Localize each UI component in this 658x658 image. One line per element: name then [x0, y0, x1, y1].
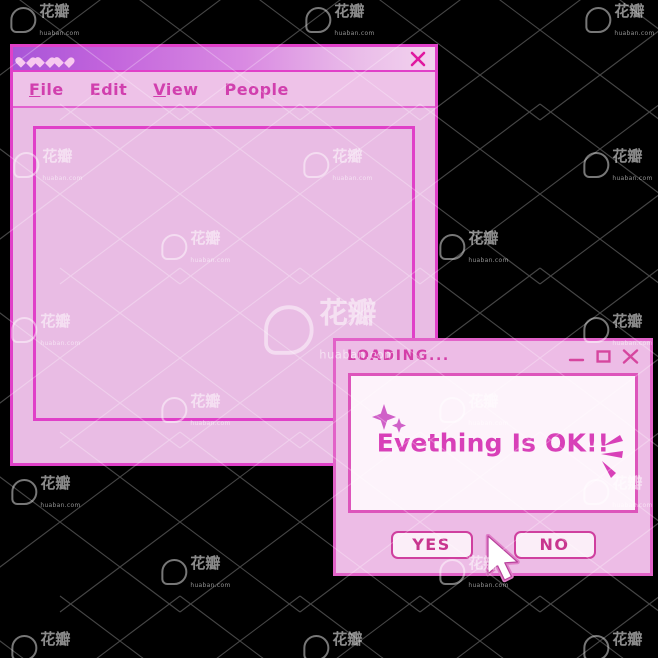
watermark: 花瓣huaban.com — [583, 629, 652, 658]
menu-mnemonic: F — [29, 79, 41, 99]
watermark-subtext: huaban.com — [612, 175, 653, 182]
watermark-logo-icon — [161, 559, 188, 585]
watermark: 花瓣 huaban.com — [11, 473, 80, 511]
watermark-text: 花瓣 — [468, 229, 499, 247]
watermark: 花瓣 huaban.com — [305, 1, 374, 39]
menu-item-people[interactable]: People — [225, 80, 289, 99]
menu-mnemonic: V — [153, 79, 166, 99]
watermark-text: 花瓣 — [40, 630, 71, 648]
watermark-subtext: huaban.com — [468, 257, 509, 264]
loading-dialog: LOADING... Evething Is OK!! YES NO — [333, 338, 653, 576]
maximize-icon[interactable] — [595, 348, 612, 365]
menu-item-label: iew — [165, 79, 199, 99]
watermark-text: 花瓣 — [612, 312, 643, 330]
watermark-text: 花瓣 — [612, 147, 643, 165]
dialog-titlebar[interactable]: LOADING... — [336, 341, 650, 371]
watermark: 花瓣 huaban.com — [585, 1, 654, 39]
menu-item-label: Edit — [89, 79, 128, 99]
main-window-titlebar[interactable] — [13, 47, 435, 72]
screen: File Edit View People LOADING... Evethin… — [0, 0, 658, 658]
watermark-logo-icon — [305, 7, 332, 33]
watermark: 花瓣 huaban.com — [161, 553, 230, 591]
watermark-text: 花瓣 — [39, 2, 70, 20]
menu-item-file[interactable]: File — [29, 80, 64, 99]
no-button[interactable]: NO — [513, 531, 596, 559]
dialog-message: Evething Is OK!! — [376, 428, 610, 458]
watermark-logo-icon — [583, 152, 610, 178]
watermark-logo-icon — [583, 635, 610, 658]
menu-item-view[interactable]: View — [153, 80, 198, 99]
dialog-title: LOADING... — [347, 348, 450, 364]
watermark-logo-icon — [11, 635, 38, 658]
watermark: 花瓣 huaban.com — [439, 228, 508, 266]
watermark-logo-icon — [11, 479, 38, 505]
watermark: 花瓣 huaban.com — [583, 146, 652, 184]
close-icon[interactable] — [409, 50, 427, 68]
watermark-logo-icon — [10, 7, 37, 33]
dialog-button-row: YES NO — [336, 531, 650, 559]
watermark-logo-icon — [303, 635, 330, 658]
watermark-text: 花瓣 — [614, 2, 645, 20]
heart-icon — [57, 52, 70, 65]
dialog-content-panel: Evething Is OK!! — [348, 373, 638, 513]
minimize-icon[interactable] — [568, 347, 586, 365]
watermark-text: 花瓣 — [40, 474, 71, 492]
watermark-text: 花瓣 — [332, 630, 363, 648]
watermark-logo-icon — [585, 7, 612, 33]
watermark: 花瓣 huaban.com — [10, 1, 79, 39]
close-icon[interactable] — [621, 347, 640, 366]
yes-button[interactable]: YES — [390, 531, 473, 559]
heart-icon — [38, 52, 51, 65]
watermark: 花瓣huaban.com — [303, 629, 372, 658]
watermark-subtext: huaban.com — [40, 502, 81, 509]
watermark: 花瓣huaban.com — [11, 629, 80, 658]
watermark-subtext: huaban.com — [334, 30, 375, 37]
watermark-subtext: huaban.com — [468, 582, 509, 589]
watermark-subtext: huaban.com — [614, 30, 655, 37]
watermark-text: 花瓣 — [612, 630, 643, 648]
heart-icon — [19, 52, 32, 65]
watermark-subtext: huaban.com — [190, 582, 231, 589]
watermark-subtext: huaban.com — [39, 30, 80, 37]
menu-item-label: People — [224, 79, 289, 99]
watermark-logo-icon — [439, 234, 466, 260]
watermark-text: 花瓣 — [334, 2, 365, 20]
watermark-text: 花瓣 — [190, 554, 221, 572]
main-menubar: File Edit View People — [13, 72, 435, 108]
menu-item-edit[interactable]: Edit — [90, 80, 128, 99]
menu-item-label: ile — [40, 79, 64, 99]
dialog-window-controls — [568, 347, 640, 366]
